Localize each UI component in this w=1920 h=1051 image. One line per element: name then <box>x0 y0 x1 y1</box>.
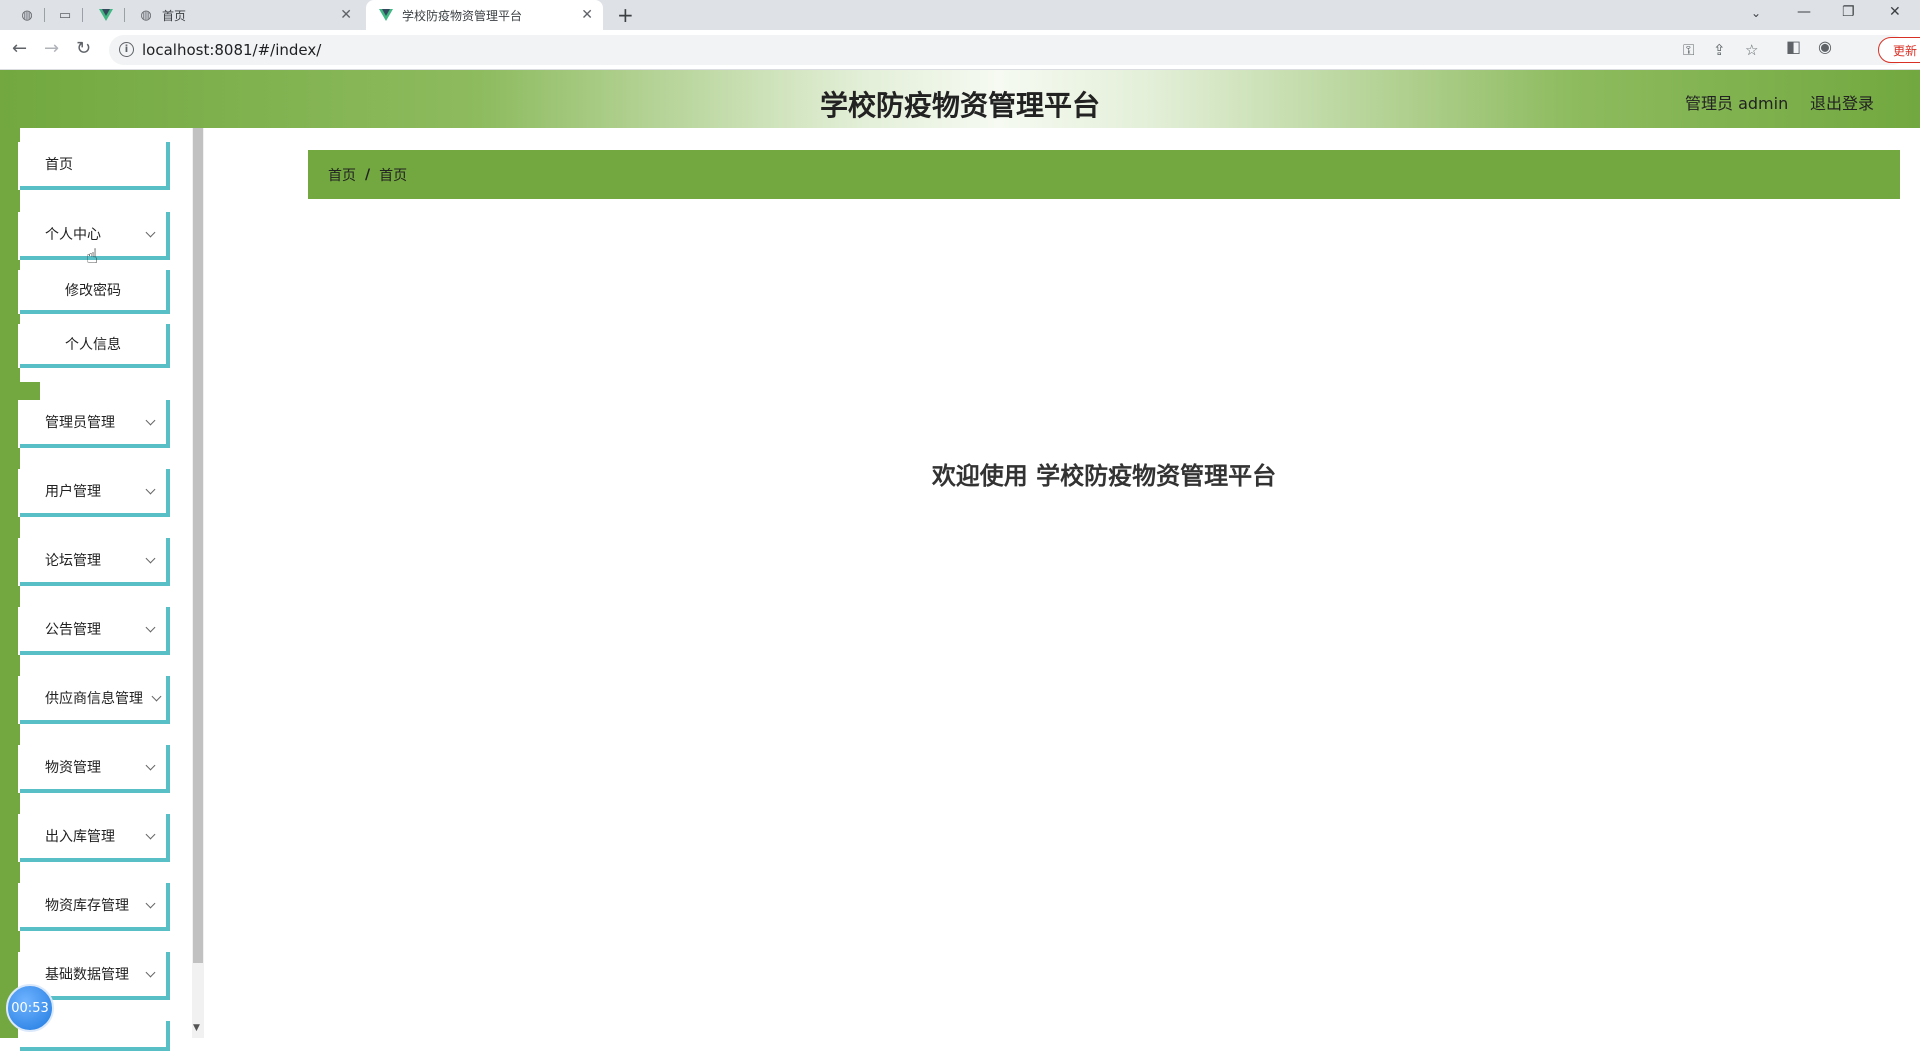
sidebar-item-label: 修改密码 <box>65 283 121 299</box>
sidebar-item-label: 物资库存管理 <box>45 898 129 914</box>
sidebar-item-label: 个人中心 <box>45 227 101 243</box>
chevron-down-icon <box>151 691 162 702</box>
sidebar-item-label: 物资管理 <box>45 760 101 776</box>
tab-divider <box>44 8 45 22</box>
sidebar-item-inout-management[interactable]: 出入库管理 <box>20 814 170 862</box>
vue-icon <box>378 7 394 23</box>
browser-toolbar: ← → ↻ i localhost:8081/#/index/ ⚿ ⇪ ☆ <box>0 30 1920 70</box>
sidebar-item-forum-management[interactable]: 论坛管理 <box>20 538 170 586</box>
chevron-down-icon[interactable]: ⌄ <box>1751 6 1761 20</box>
sidebar-item-label: 首页 <box>45 157 73 173</box>
tab-home[interactable]: ◍ 首页 ✕ <box>126 0 362 30</box>
sidebar-subitem-personal-info[interactable]: 个人信息 <box>20 324 170 368</box>
breadcrumb-item[interactable]: 首页 <box>328 165 356 185</box>
sidebar-item-label: 供应商信息管理 <box>45 691 143 707</box>
globe-icon[interactable]: ◍ <box>19 7 35 23</box>
close-window-icon[interactable]: ✕ <box>1889 4 1901 20</box>
restore-icon[interactable]: ❐ <box>1842 4 1855 20</box>
scroll-down-arrow-icon[interactable]: ▼ <box>193 1023 200 1033</box>
key-icon[interactable]: ⚿ <box>1683 41 1694 59</box>
sidebar-item-inventory-management[interactable]: 物资库存管理 <box>20 883 170 931</box>
back-arrow-icon[interactable]: ← <box>12 38 27 59</box>
globe-icon: ◍ <box>140 7 152 23</box>
forward-arrow-icon[interactable]: → <box>44 38 59 59</box>
sidebar-item-label: 论坛管理 <box>45 553 101 569</box>
sidebar-strip <box>0 128 20 1038</box>
tab-divider <box>82 8 83 22</box>
sidebar-item-supplies-management[interactable]: 物资管理 <box>20 745 170 793</box>
chevron-down-icon <box>145 622 156 633</box>
app-header: 学校防疫物资管理平台 管理员 admin 退出登录 <box>0 70 1920 128</box>
new-tab-icon[interactable]: + <box>617 3 634 27</box>
update-button[interactable]: 更新 ⋮ <box>1878 37 1920 63</box>
sidebar-item-label: 公告管理 <box>45 622 101 638</box>
tab-divider <box>124 8 125 22</box>
breadcrumb: 首页 / 首页 <box>308 150 1900 199</box>
vue-tab-icon[interactable] <box>98 7 114 23</box>
sidebar-scroll-thumb[interactable] <box>193 128 203 963</box>
sidebar-item-notice-management[interactable]: 公告管理 <box>20 607 170 655</box>
sidebar-item-label: 用户管理 <box>45 484 101 500</box>
sidebar-item-label: 管理员管理 <box>45 415 115 431</box>
info-icon[interactable]: i <box>119 42 134 57</box>
logout-link[interactable]: 退出登录 <box>1810 90 1874 114</box>
tab-label: 学校防疫物资管理平台 <box>402 8 523 23</box>
close-icon[interactable]: ✕ <box>581 7 593 23</box>
sidebar-item-admin-management[interactable]: 管理员管理 <box>20 400 170 448</box>
page-title: 学校防疫物资管理平台 <box>819 89 1100 122</box>
side-panel-icon[interactable]: ◧ <box>1786 37 1801 56</box>
breadcrumb-item-current: 首页 <box>379 167 408 184</box>
sidebar-item-home[interactable]: 首页 <box>20 142 170 190</box>
sidebar-item-label: 出入库管理 <box>45 829 115 845</box>
sidebar-subitem-change-password[interactable]: 修改密码 <box>20 270 170 314</box>
chevron-down-icon <box>145 829 156 840</box>
sidebar: 首页 个人中心 修改密码 个人信息 管理员管理 用户管理 论坛管理 公告管理 供… <box>0 128 205 1051</box>
browser-tab-bar: ◍ ▭ ◍ 首页 ✕ 学校防疫物资管理平台 ✕ + ⌄ — ❐ ✕ <box>0 0 1920 30</box>
welcome-message: 欢迎使用 学校防疫物资管理平台 <box>931 462 1277 490</box>
timer-badge[interactable]: 00:53 <box>6 984 54 1032</box>
sidebar-item-label: 个人信息 <box>65 337 121 353</box>
share-icon[interactable]: ⇪ <box>1713 41 1726 59</box>
chevron-down-icon <box>145 760 156 771</box>
close-icon[interactable]: ✕ <box>340 7 352 23</box>
tab-label: 首页 <box>162 8 187 23</box>
chevron-down-icon <box>145 415 156 426</box>
sidebar-divider <box>20 382 40 400</box>
minimize-icon[interactable]: — <box>1797 4 1811 20</box>
chevron-down-icon <box>145 227 156 238</box>
chevron-down-icon <box>145 484 156 495</box>
blank-page-icon[interactable]: ▭ <box>57 7 73 23</box>
sidebar-item-supplier-management[interactable]: 供应商信息管理 <box>20 676 170 724</box>
sidebar-item-user-management[interactable]: 用户管理 <box>20 469 170 517</box>
chevron-down-icon <box>145 898 156 909</box>
breadcrumb-separator: / <box>365 166 371 183</box>
chevron-down-icon <box>145 967 156 978</box>
reload-icon[interactable]: ↻ <box>76 38 91 59</box>
update-label: 更新 <box>1893 43 1918 58</box>
mouse-cursor-icon: ☝ <box>86 244 99 268</box>
tab-platform[interactable]: 学校防疫物资管理平台 ✕ <box>366 0 603 30</box>
profile-icon[interactable]: ◉ <box>1818 37 1832 56</box>
url-text[interactable]: localhost:8081/#/index/ <box>142 41 321 59</box>
sidebar-item-label: 基础数据管理 <box>45 967 129 983</box>
star-icon[interactable]: ☆ <box>1745 41 1758 59</box>
user-role: 管理员 admin <box>1685 94 1789 113</box>
chevron-down-icon <box>145 553 156 564</box>
address-bar[interactable]: i localhost:8081/#/index/ ⚿ ⇪ ☆ <box>109 35 1907 65</box>
